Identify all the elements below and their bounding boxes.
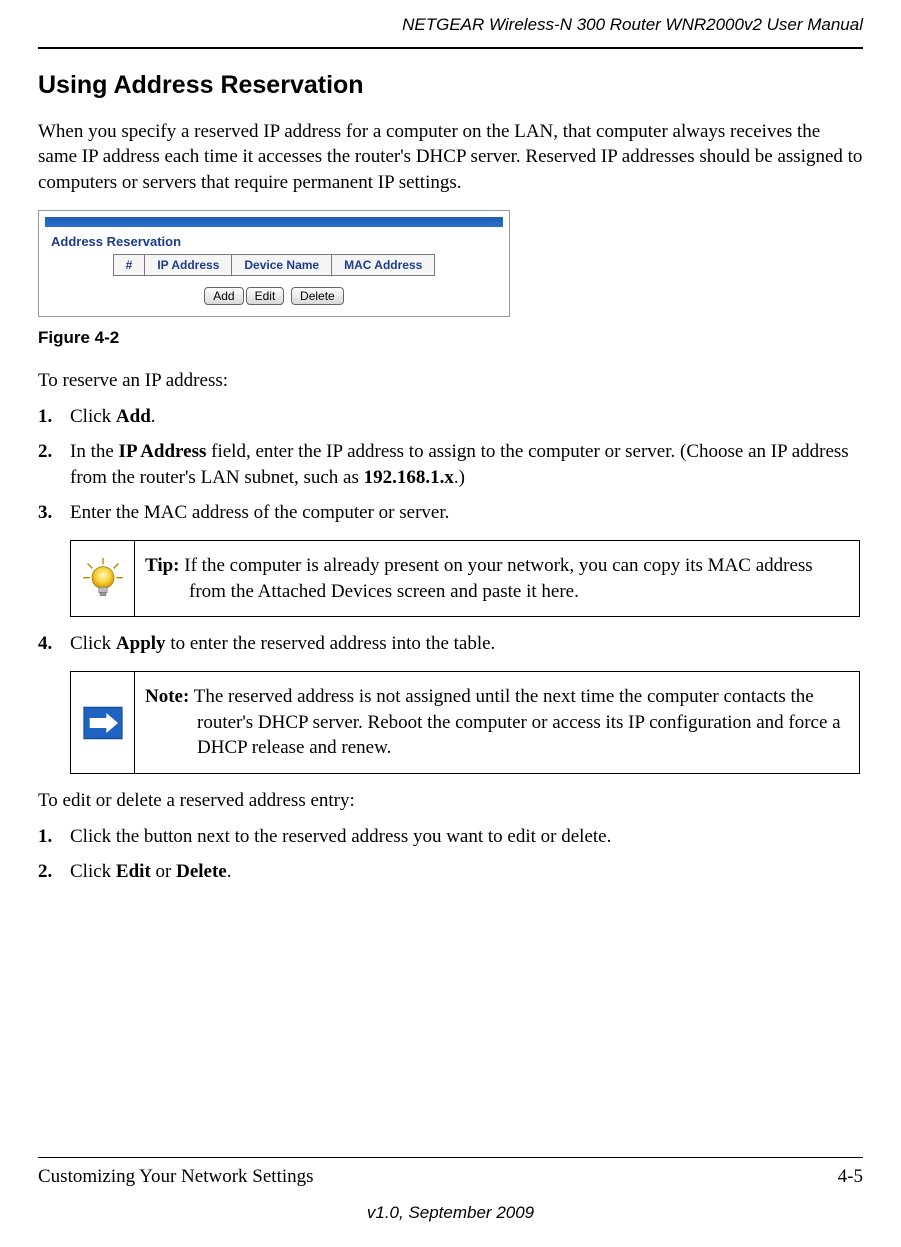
figure-button-row: AddEdit Delete	[45, 282, 503, 308]
text: Click	[70, 861, 116, 882]
col-ip-address: IP Address	[145, 255, 232, 276]
note-callout: Note: The reserved address is not assign…	[70, 671, 860, 774]
text: Click	[70, 633, 116, 654]
edit-step-1: Click the button next to the reserved ad…	[38, 824, 863, 850]
bold-edit: Edit	[116, 861, 151, 882]
figure-titlebar	[45, 217, 503, 227]
tip-label: Tip:	[145, 555, 180, 576]
delete-button[interactable]: Delete	[291, 287, 344, 305]
edit-button[interactable]: Edit	[246, 287, 285, 305]
arrow-icon	[83, 706, 123, 740]
bold-delete: Delete	[176, 861, 227, 882]
reserve-lead: To reserve an IP address:	[38, 368, 863, 394]
reserve-step-2: In the IP Address field, enter the IP ad…	[38, 439, 863, 490]
figure-screenshot: Address Reservation # IP Address Device …	[38, 210, 510, 317]
add-button[interactable]: Add	[204, 287, 243, 305]
reserve-step-4: Click Apply to enter the reserved addres…	[38, 631, 863, 657]
figure-panel-title: Address Reservation	[51, 233, 503, 251]
note-text: Note: The reserved address is not assign…	[145, 684, 845, 761]
intro-paragraph: When you specify a reserved IP address f…	[38, 119, 863, 196]
edit-steps: Click the button next to the reserved ad…	[38, 824, 863, 885]
address-reservation-table: # IP Address Device Name MAC Address	[113, 254, 436, 276]
text: Enter the MAC address of the computer or…	[70, 502, 449, 523]
footer-page-number: 4-5	[838, 1164, 863, 1190]
note-label: Note:	[145, 686, 189, 707]
bold-apply: Apply	[116, 633, 166, 654]
footer-version: v1.0, September 2009	[38, 1202, 863, 1225]
text: to enter the reserved address into the t…	[166, 633, 496, 654]
reserve-steps-cont: Click Apply to enter the reserved addres…	[38, 631, 863, 657]
reserve-step-1: Click Add.	[38, 404, 863, 430]
reserve-steps: Click Add. In the IP Address field, ente…	[38, 404, 863, 527]
note-icon-cell	[71, 672, 135, 773]
edit-step-2: Click Edit or Delete.	[38, 859, 863, 885]
text: Click	[70, 406, 116, 427]
col-mac-address: MAC Address	[332, 255, 435, 276]
tip-icon-cell	[71, 541, 135, 616]
footer-rule	[38, 1157, 863, 1158]
edit-lead: To edit or delete a reserved address ent…	[38, 788, 863, 814]
bold-add: Add	[116, 406, 151, 427]
col-number: #	[113, 255, 145, 276]
bold-subnet: 192.168.1.x	[364, 467, 454, 488]
bold-ip-address: IP Address	[119, 441, 207, 462]
section-heading: Using Address Reservation	[38, 69, 863, 103]
tip-text: Tip: If the computer is already present …	[145, 553, 845, 604]
text: In the	[70, 441, 119, 462]
tip-text-cell: Tip: If the computer is already present …	[135, 541, 859, 616]
lightbulb-icon	[81, 557, 125, 601]
note-body: The reserved address is not assigned unt…	[189, 686, 840, 758]
note-text-cell: Note: The reserved address is not assign…	[135, 672, 859, 773]
reserve-step-3: Enter the MAC address of the computer or…	[38, 500, 863, 526]
text: .	[227, 861, 232, 882]
figure-caption: Figure 4-2	[38, 327, 863, 350]
text: Click the button next to the reserved ad…	[70, 826, 611, 847]
footer-chapter: Customizing Your Network Settings	[38, 1164, 314, 1190]
tip-body: If the computer is already present on yo…	[180, 555, 813, 602]
text: or	[151, 861, 176, 882]
tip-callout: Tip: If the computer is already present …	[70, 540, 860, 617]
text: .)	[454, 467, 465, 488]
text: .	[151, 406, 156, 427]
col-device-name: Device Name	[232, 255, 332, 276]
header-rule	[38, 47, 863, 49]
page-footer: Customizing Your Network Settings 4-5 v1…	[38, 1157, 863, 1225]
page-header: NETGEAR Wireless-N 300 Router WNR2000v2 …	[38, 0, 863, 47]
